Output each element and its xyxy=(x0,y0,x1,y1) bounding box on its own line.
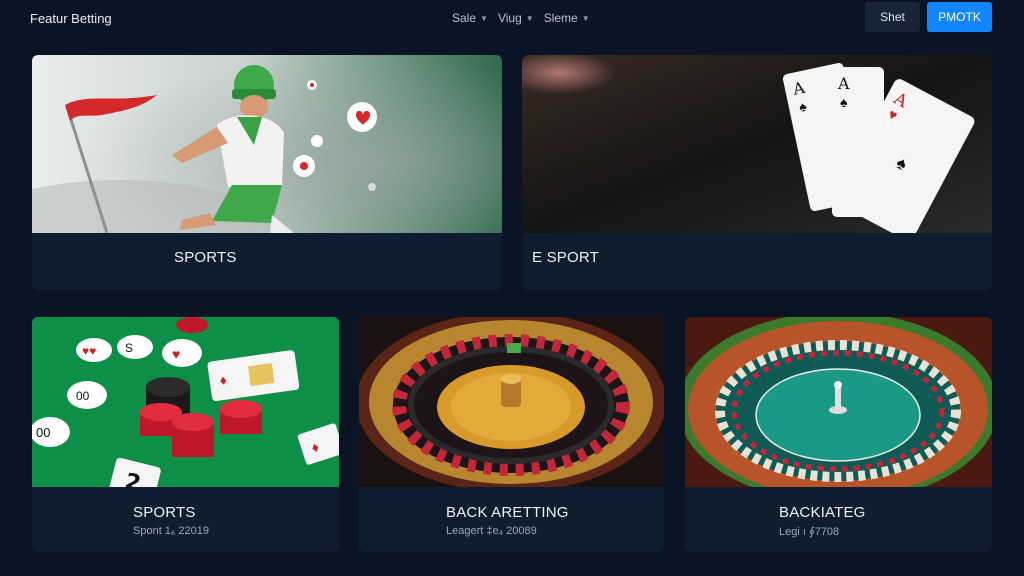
card-title: SPORTS xyxy=(174,249,237,266)
card-title: BACK ARETTING xyxy=(446,504,569,521)
card-esport[interactable]: A ♠ A ♠ A ♥ ♠ E SPORT xyxy=(522,55,992,290)
chevron-down-icon: ▼ xyxy=(581,13,590,23)
svg-text:00: 00 xyxy=(76,389,90,403)
nav-item-label: Sleme xyxy=(543,11,578,25)
brand-title[interactable]: Featur Betting xyxy=(30,11,112,26)
card-title: SPORTS xyxy=(133,504,196,521)
svg-text:♥♥: ♥♥ xyxy=(82,344,96,358)
shet-button[interactable]: Shet xyxy=(865,2,920,32)
top-bar: Featur Betting Sale ▼ Viug ▼ Sleme ▼ She… xyxy=(0,0,1024,40)
poker-chips-image: ♥♥ S ♥ 00 00 ♦ 2 ♦ xyxy=(32,317,339,487)
svg-text:00: 00 xyxy=(36,425,50,440)
svg-text:♠: ♠ xyxy=(840,94,848,110)
card-backiateg[interactable]: BACKIATEG Legi ı ∮7708 xyxy=(685,317,992,552)
chevron-down-icon: ▼ xyxy=(480,13,488,23)
card-sports[interactable]: SPORTS xyxy=(32,55,502,290)
svg-text:S: S xyxy=(125,341,133,355)
svg-text:♥: ♥ xyxy=(172,346,180,362)
card-back-aretting[interactable]: BACK ARETTING Leagert ‡e₄ 20089 xyxy=(359,317,664,552)
main-nav: Sale ▼ Viug ▼ Sleme ▼ xyxy=(452,11,590,25)
primary-cta-button[interactable]: PMOTK xyxy=(927,2,992,32)
sports-image xyxy=(32,55,502,233)
card-title: E SPORT xyxy=(532,249,599,266)
nav-item-label: Viug xyxy=(497,11,522,25)
card-title: BACKIATEG xyxy=(779,504,866,521)
nav-item-sale[interactable]: Sale ▼ xyxy=(452,11,488,25)
chevron-down-icon: ▼ xyxy=(525,13,534,23)
card-subtitle: Leagert ‡e₄ 20089 xyxy=(446,525,537,537)
roulette-table-image xyxy=(685,317,992,487)
nav-item-viug[interactable]: Viug ▼ xyxy=(498,11,534,25)
svg-text:A: A xyxy=(837,74,850,93)
nav-item-label: Sale xyxy=(452,11,477,25)
nav-item-sleme[interactable]: Sleme ▼ xyxy=(544,11,590,25)
roulette-image xyxy=(359,317,664,487)
card-sports-chips[interactable]: ♥♥ S ♥ 00 00 ♦ 2 ♦ SPORTS Spont 1₆ 22019 xyxy=(32,317,339,552)
card-subtitle: Spont 1₆ 22019 xyxy=(133,525,210,537)
esport-image: A ♠ A ♠ A ♥ ♠ xyxy=(522,55,992,233)
card-subtitle: Legi ı ∮7708 xyxy=(779,526,840,538)
